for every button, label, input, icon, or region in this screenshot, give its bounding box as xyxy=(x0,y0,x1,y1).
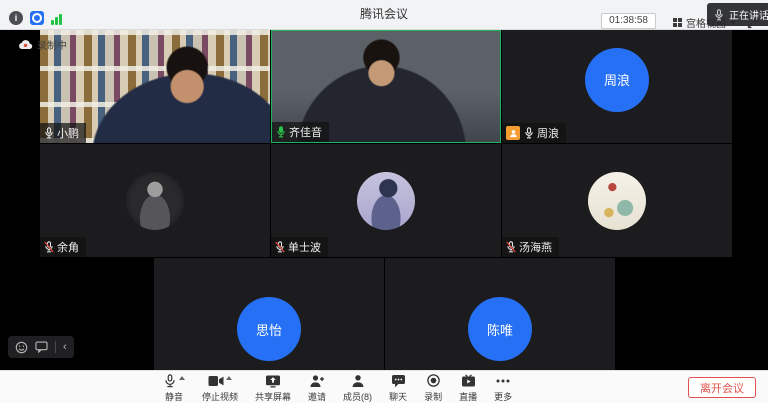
avatar: 周浪 xyxy=(585,48,649,112)
mic-on-icon xyxy=(44,127,54,139)
avatar xyxy=(126,172,184,230)
more-icon xyxy=(495,378,511,384)
avatar: 思怡 xyxy=(237,297,301,361)
chat-bubble-icon[interactable] xyxy=(35,341,48,353)
participant-tile-zhoulang[interactable]: 周浪 周浪 xyxy=(502,30,732,143)
participant-name-tag: 汤海燕 xyxy=(502,237,559,257)
collapse-chevron-icon[interactable]: ‹ xyxy=(63,342,67,353)
share-screen-button[interactable]: 共享屏幕 xyxy=(255,373,291,403)
cloud-recording-indicator: 录制中 xyxy=(18,37,67,52)
chat-icon xyxy=(391,374,406,388)
participant-name: 小鹏 xyxy=(57,125,79,141)
invite-icon xyxy=(309,374,325,388)
participant-name: 余角 xyxy=(57,239,79,255)
participant-tile-siyi[interactable]: 思怡 xyxy=(154,258,384,370)
title-bar: i 腾讯会议 01:38:58 宫格视图 xyxy=(0,0,768,30)
members-icon xyxy=(351,374,365,388)
participant-name-tag: 余角 xyxy=(40,237,86,257)
cloud-record-icon xyxy=(18,39,33,50)
divider xyxy=(55,341,56,353)
meeting-timer: 01:38:58 xyxy=(601,13,656,29)
mic-on-icon xyxy=(524,127,534,139)
participant-name-tag: 单士波 xyxy=(271,237,328,257)
recording-label: 录制中 xyxy=(37,37,67,52)
mic-icon xyxy=(714,9,724,21)
participant-tile-tanghaiyan[interactable]: 汤海燕 xyxy=(502,144,732,257)
participant-name: 汤海燕 xyxy=(519,239,552,255)
live-icon xyxy=(461,374,476,387)
mic-options-caret[interactable] xyxy=(179,376,185,380)
participant-name: 周浪 xyxy=(537,125,559,141)
more-button[interactable]: 更多 xyxy=(494,373,512,403)
host-badge-icon xyxy=(506,126,520,140)
avatar xyxy=(588,172,646,230)
participant-tile-chenwei[interactable]: 陈唯 xyxy=(385,258,615,370)
participant-tile-shanshibo[interactable]: 单士波 xyxy=(271,144,501,257)
mic-muted-icon xyxy=(506,241,516,253)
avatar: 陈唯 xyxy=(468,297,532,361)
avatar xyxy=(357,172,415,230)
record-button[interactable]: 录制 xyxy=(424,373,442,403)
members-button[interactable]: 成员(8) xyxy=(343,373,372,403)
leave-meeting-button[interactable]: 离开会议 xyxy=(688,377,756,398)
mic-muted-icon xyxy=(275,241,285,253)
grid-view-icon xyxy=(673,18,683,28)
participant-name: 单士波 xyxy=(288,239,321,255)
participant-name: 齐佳音 xyxy=(289,124,322,140)
bottom-toolbar: 静音 停止视频 共享屏幕 xyxy=(0,370,768,403)
speaking-indicator-tooltip: 正在讲话: 齐佳音 xyxy=(707,3,768,26)
stop-video-button[interactable]: 停止视频 xyxy=(202,373,238,403)
speaking-text: 正在讲话: 齐佳音 xyxy=(729,7,768,22)
invite-button[interactable]: 邀请 xyxy=(308,373,326,403)
mute-button[interactable]: 静音 xyxy=(163,373,185,403)
video-grid: 小鹏 齐佳音 周浪 周浪 xyxy=(0,30,768,370)
record-icon xyxy=(426,373,441,388)
participant-name-tag: 齐佳音 xyxy=(272,122,329,142)
video-options-caret[interactable] xyxy=(226,376,232,380)
quick-actions-pill[interactable]: ‹ xyxy=(8,336,74,358)
share-screen-icon xyxy=(265,374,281,388)
live-stream-button[interactable]: 直播 xyxy=(459,373,477,403)
toolbar-items: 静音 停止视频 共享屏幕 xyxy=(163,371,512,403)
participant-tile-xiaopeng[interactable]: 小鹏 xyxy=(40,30,270,143)
camera-icon xyxy=(208,375,224,387)
mic-muted-icon xyxy=(44,241,54,253)
participant-name-tag: 周浪 xyxy=(502,123,566,143)
mic-icon xyxy=(163,373,177,389)
participant-tile-qijiayin[interactable]: 齐佳音 xyxy=(271,30,501,143)
emoji-reaction-icon[interactable] xyxy=(15,341,28,354)
participant-name-tag: 小鹏 xyxy=(40,123,86,143)
participant-tile-yujiao[interactable]: 余角 xyxy=(40,144,270,257)
mic-speaking-icon xyxy=(276,126,286,138)
chat-button[interactable]: 聊天 xyxy=(389,373,407,403)
